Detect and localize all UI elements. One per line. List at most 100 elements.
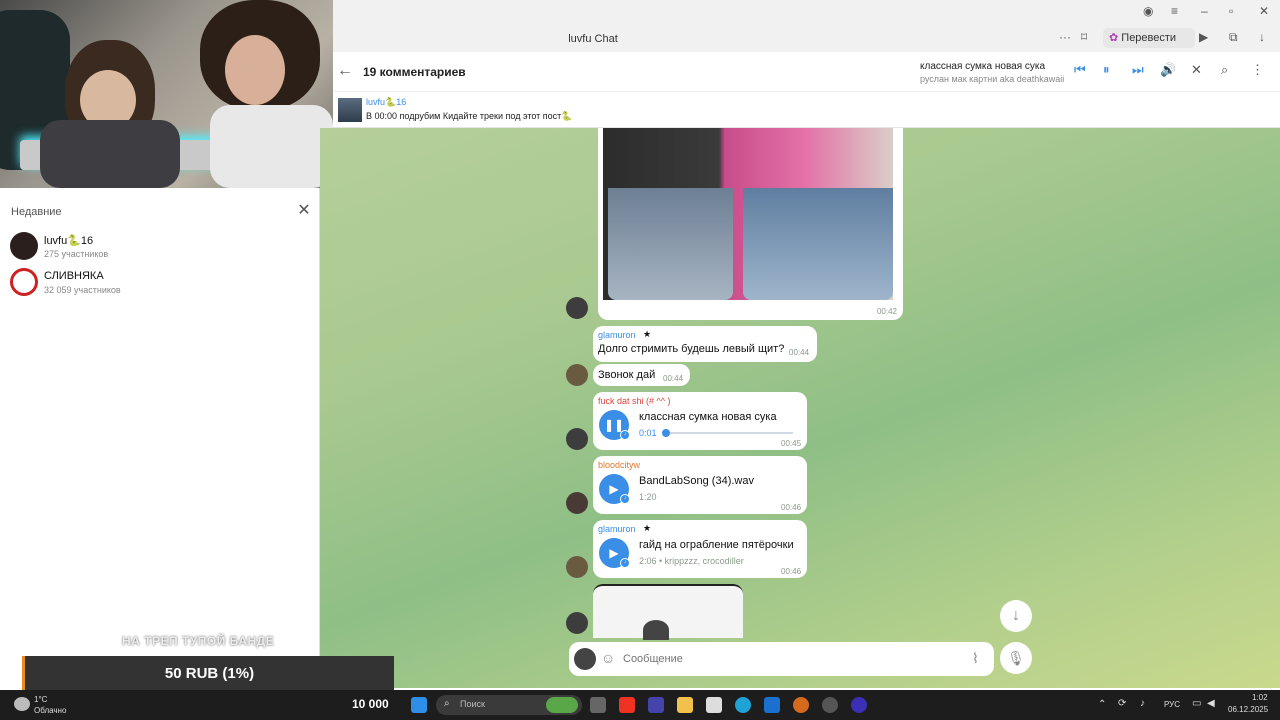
menu-icon[interactable]: ≡ <box>1171 4 1178 18</box>
file-explorer-icon[interactable] <box>677 697 693 713</box>
search-placeholder: Поиск <box>460 699 485 709</box>
message-bubble[interactable]: Звонок дай 00:44 <box>593 364 690 386</box>
avatar[interactable] <box>566 297 588 319</box>
player-track-artist: руслан мак картни aka deathkawaii <box>920 74 1065 84</box>
previous-track-icon[interactable]: ⏮ <box>1074 62 1086 78</box>
pinned-post[interactable]: luvfu🐍16 В 00:00 подрубим Кидайте треки … <box>333 92 1280 128</box>
mic-tray-icon[interactable]: ♪ <box>1140 698 1145 709</box>
volume-icon[interactable]: 🔊 <box>1160 62 1176 78</box>
donation-message: НА ТРЕП ТУПОЙ БАНДЕ <box>122 634 275 648</box>
message-author[interactable]: glamuron <box>598 330 636 340</box>
minimize-icon[interactable]: – <box>1201 4 1208 18</box>
media-icon[interactable]: ▶ <box>1199 30 1208 44</box>
language-indicator[interactable]: РУС <box>1164 700 1180 709</box>
edge-icon[interactable] <box>735 697 751 713</box>
message-author[interactable]: bloodcityw <box>598 460 640 470</box>
message-bubble[interactable]: glamuron ★ Долго стримить будешь левый щ… <box>593 326 817 362</box>
weather-icon[interactable] <box>14 697 30 711</box>
volume-tray-icon[interactable]: ◀ <box>1207 698 1215 709</box>
comments-title: 19 комментариев <box>363 65 466 79</box>
avatar[interactable] <box>566 612 588 634</box>
taskbar-search[interactable]: ⌕ Поиск <box>436 695 582 715</box>
jeans-left-shape <box>608 188 733 300</box>
translate-button[interactable]: ✿ Перевести <box>1103 28 1195 48</box>
profile-icon[interactable]: ◉ <box>1143 4 1153 18</box>
avatar[interactable] <box>566 428 588 450</box>
next-track-icon[interactable]: ⏭ <box>1132 62 1144 78</box>
audio-title: гайд на ограбление пятёрочки <box>639 539 794 551</box>
search-icon: ⌕ <box>444 698 450 709</box>
pause-icon[interactable]: ⏸ <box>1103 62 1110 78</box>
download-icon[interactable]: ↓ <box>620 430 630 440</box>
audio-progress-track[interactable] <box>661 429 793 437</box>
extensions-icon[interactable]: ⧉ <box>1229 30 1238 45</box>
start-icon[interactable] <box>411 697 427 713</box>
avatar[interactable] <box>566 364 588 386</box>
network-icon[interactable]: ▭ <box>1192 698 1201 709</box>
download-icon[interactable]: ↓ <box>620 494 630 504</box>
message-time: 00:45 <box>781 439 802 448</box>
telegram-client-icon[interactable] <box>851 697 867 713</box>
close-window-icon[interactable]: ✕ <box>1259 4 1269 18</box>
recent-panel: Недавние ✕ luvfu🐍16 275 участников СЛИВН… <box>0 188 320 688</box>
player-track-title[interactable]: классная сумка новая сука <box>920 61 1045 72</box>
pinned-text: В 00:00 подрубим Кидайте треки под этот … <box>366 111 573 121</box>
game-icon[interactable] <box>793 697 809 713</box>
task-view-icon[interactable] <box>590 697 606 713</box>
message-text: Звонок дай <box>598 369 656 381</box>
close-icon[interactable]: ✕ <box>297 203 311 219</box>
audio-progress-knob[interactable] <box>661 429 670 437</box>
photo-image <box>603 128 893 300</box>
recent-item-luvfu[interactable]: luvfu🐍16 275 участников <box>10 230 310 264</box>
more-icon[interactable]: ··· <box>1059 30 1071 44</box>
avatar[interactable] <box>566 556 588 578</box>
message-time: 00:44 <box>789 348 810 357</box>
donation-amount: 50 RUB (1%) <box>164 665 255 682</box>
recent-item-name: luvfu🐍16 <box>44 235 94 247</box>
store-icon[interactable] <box>706 697 722 713</box>
emoji-icon[interactable]: ☺ <box>601 650 615 666</box>
bookmark-icon[interactable]: ⌑ <box>1081 30 1087 44</box>
downloads-icon[interactable]: ↓ <box>1259 30 1265 44</box>
avatar <box>10 268 38 296</box>
back-arrow-icon[interactable]: ← <box>337 62 353 80</box>
avatar[interactable] <box>574 648 596 670</box>
audio-message[interactable]: bloodcityw ▶ ↓ BandLabSong (34).wav 1:20… <box>593 456 807 514</box>
scroll-down-button[interactable]: ↓ <box>1000 600 1032 632</box>
face-right-shape <box>225 35 285 105</box>
message-time: 00:42 <box>876 307 897 316</box>
audio-message[interactable]: fuck dat shi (# ^^ ) ❚❚ ↓ классная сумка… <box>593 392 807 450</box>
message-time: 00:46 <box>781 503 802 512</box>
message-author[interactable]: glamuron <box>598 524 636 534</box>
message-text: Долго стримить будешь левый щит? <box>598 343 785 355</box>
avatar <box>10 232 38 260</box>
search-icon[interactable]: ⌕ <box>1221 62 1228 78</box>
message-author[interactable]: fuck dat shi (# ^^ ) <box>598 396 670 406</box>
obs-icon[interactable] <box>822 697 838 713</box>
audio-message[interactable]: glamuron ★ ▶ ↓ гайд на ограбление пятёро… <box>593 520 807 578</box>
app-icon[interactable] <box>648 697 664 713</box>
image-message[interactable] <box>593 584 743 640</box>
message-time: 00:46 <box>781 567 802 576</box>
pinned-author: luvfu🐍16 <box>366 97 407 107</box>
attach-icon[interactable]: ⌇ <box>972 650 979 667</box>
avatar[interactable] <box>566 492 588 514</box>
more-menu-icon[interactable]: ⋮ <box>1251 62 1264 78</box>
sync-icon[interactable]: ⟳ <box>1118 698 1126 709</box>
photo-message[interactable]: 00:42 <box>598 128 903 320</box>
message-composer: ☺ ⌇ <box>569 642 994 676</box>
microphone-icon[interactable]: 🎙 <box>1000 642 1032 674</box>
outlook-icon[interactable] <box>764 697 780 713</box>
download-icon[interactable]: ↓ <box>620 558 630 568</box>
message-input[interactable] <box>623 650 963 668</box>
donation-goal-bar: 50 RUB (1%) <box>22 656 394 692</box>
search-highlight-icon <box>546 697 578 713</box>
recent-item-slivnyaka[interactable]: СЛИВНЯКА 32 059 участников <box>10 266 310 300</box>
star-icon: ★ <box>643 329 652 339</box>
chevron-up-icon[interactable]: ⌃ <box>1098 699 1106 710</box>
webcam-overlay <box>0 0 333 188</box>
yandex-browser-icon[interactable] <box>619 697 635 713</box>
weather-text: Облачно <box>34 706 67 715</box>
close-player-icon[interactable]: ✕ <box>1191 62 1202 78</box>
maximize-icon[interactable]: ▫ <box>1229 4 1233 18</box>
